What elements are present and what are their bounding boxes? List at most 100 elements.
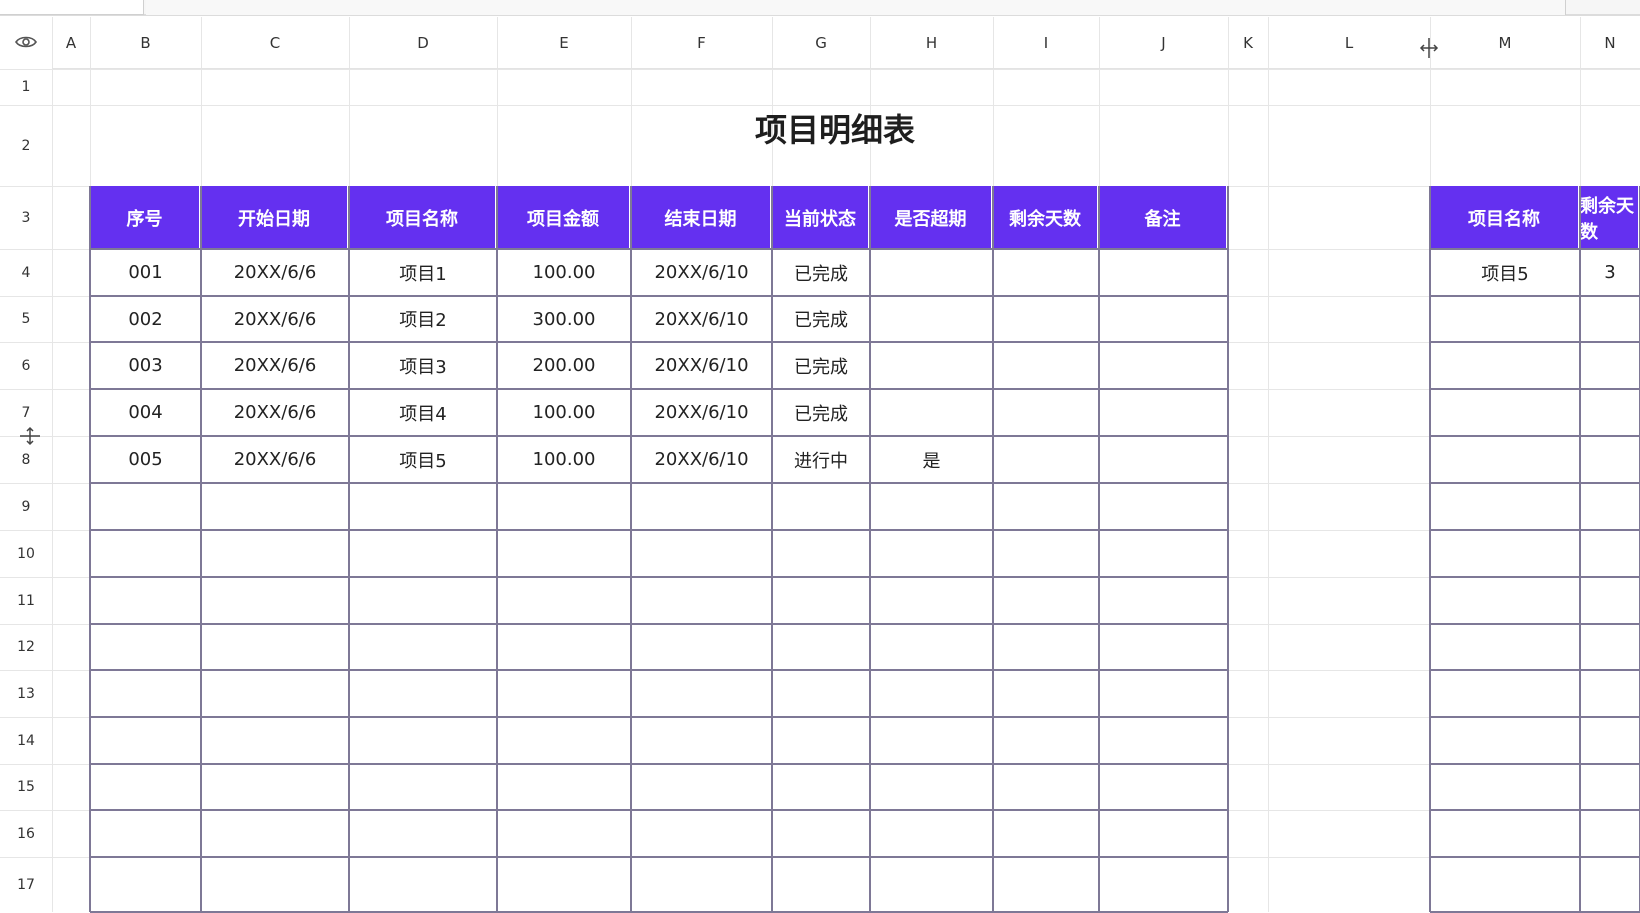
table-cell[interactable] [497, 764, 631, 810]
table-cell[interactable] [1099, 764, 1228, 810]
table-cell[interactable] [993, 530, 1099, 577]
table-cell[interactable] [1099, 530, 1228, 577]
table-cell[interactable] [772, 810, 870, 857]
row-header-12[interactable]: 12 [0, 624, 52, 670]
table-cell[interactable]: 20XX/6/10 [631, 296, 772, 342]
table-cell[interactable] [1099, 624, 1228, 670]
table-cell[interactable] [497, 810, 631, 857]
table-cell[interactable] [1099, 577, 1228, 624]
column-header-j[interactable]: J [1099, 17, 1228, 69]
table-cell[interactable]: 002 [90, 296, 201, 342]
table-cell[interactable] [772, 530, 870, 577]
table-cell[interactable]: 项目1 [349, 249, 497, 296]
side-table-header-cell[interactable]: 剩余天数 [1580, 186, 1640, 249]
name-box[interactable] [0, 0, 144, 15]
table-header-cell[interactable]: 当前状态 [772, 186, 870, 249]
table-header-cell[interactable]: 序号 [90, 186, 201, 249]
table-header-cell[interactable]: 是否超期 [870, 186, 993, 249]
table-cell[interactable] [90, 577, 201, 624]
table-cell[interactable] [1099, 249, 1228, 296]
table-cell[interactable] [349, 810, 497, 857]
side-table-cell[interactable] [1580, 577, 1640, 624]
table-cell[interactable] [1099, 670, 1228, 717]
row-header-5[interactable]: 5 [0, 296, 52, 342]
table-cell[interactable]: 项目3 [349, 342, 497, 389]
table-cell[interactable] [497, 483, 631, 530]
row-header-17[interactable]: 17 [0, 857, 52, 912]
table-cell[interactable] [497, 577, 631, 624]
side-table-cell[interactable] [1580, 624, 1640, 670]
table-cell[interactable] [1099, 483, 1228, 530]
table-cell[interactable] [870, 717, 993, 764]
table-cell[interactable]: 是 [870, 436, 993, 483]
table-cell[interactable] [772, 857, 870, 912]
column-header-d[interactable]: D [349, 17, 497, 69]
table-cell[interactable] [90, 764, 201, 810]
table-cell[interactable] [201, 624, 349, 670]
table-cell[interactable] [870, 342, 993, 389]
table-cell[interactable] [631, 577, 772, 624]
table-cell[interactable] [349, 764, 497, 810]
eye-icon[interactable] [14, 17, 38, 67]
table-cell[interactable] [772, 577, 870, 624]
column-header-g[interactable]: G [772, 17, 870, 69]
table-cell[interactable]: 已完成 [772, 296, 870, 342]
table-cell[interactable] [201, 483, 349, 530]
table-cell[interactable] [870, 624, 993, 670]
column-header-f[interactable]: F [631, 17, 772, 69]
table-cell[interactable] [631, 483, 772, 530]
table-cell[interactable]: 20XX/6/6 [201, 249, 349, 296]
table-header-cell[interactable]: 项目名称 [349, 186, 497, 249]
side-table-cell[interactable] [1430, 530, 1580, 577]
table-cell[interactable]: 20XX/6/6 [201, 389, 349, 436]
table-cell[interactable]: 项目2 [349, 296, 497, 342]
side-table-cell[interactable] [1430, 670, 1580, 717]
table-cell[interactable] [1099, 810, 1228, 857]
table-cell[interactable] [993, 670, 1099, 717]
table-cell[interactable] [993, 577, 1099, 624]
side-table-cell[interactable] [1430, 764, 1580, 810]
table-cell[interactable] [349, 717, 497, 764]
side-table-cell[interactable] [1580, 810, 1640, 857]
table-cell[interactable] [993, 857, 1099, 912]
table-cell[interactable] [90, 717, 201, 764]
side-table-cell[interactable] [1430, 810, 1580, 857]
side-table-cell[interactable] [1580, 670, 1640, 717]
side-table-cell[interactable] [1580, 717, 1640, 764]
table-cell[interactable]: 已完成 [772, 389, 870, 436]
column-header-a[interactable]: A [52, 17, 90, 69]
table-cell[interactable] [870, 810, 993, 857]
table-cell[interactable] [993, 436, 1099, 483]
table-cell[interactable] [497, 670, 631, 717]
table-cell[interactable]: 20XX/6/10 [631, 342, 772, 389]
formula-bar[interactable] [146, 0, 1566, 15]
side-table-cell[interactable]: 3 [1580, 249, 1640, 296]
row-header-15[interactable]: 15 [0, 764, 52, 810]
table-cell[interactable] [201, 857, 349, 912]
table-cell[interactable]: 100.00 [497, 249, 631, 296]
table-cell[interactable] [870, 249, 993, 296]
table-cell[interactable]: 100.00 [497, 436, 631, 483]
side-table-cell[interactable] [1430, 296, 1580, 342]
table-header-cell[interactable]: 结束日期 [631, 186, 772, 249]
table-cell[interactable] [772, 624, 870, 670]
table-cell[interactable]: 001 [90, 249, 201, 296]
row-header-13[interactable]: 13 [0, 670, 52, 717]
column-header-e[interactable]: E [497, 17, 631, 69]
table-cell[interactable] [631, 810, 772, 857]
side-table-cell[interactable] [1430, 624, 1580, 670]
table-cell[interactable]: 005 [90, 436, 201, 483]
side-table-cell[interactable] [1580, 483, 1640, 530]
table-cell[interactable] [1099, 342, 1228, 389]
table-cell[interactable] [201, 670, 349, 717]
table-cell[interactable] [993, 389, 1099, 436]
column-header-m[interactable]: M [1430, 17, 1580, 69]
table-cell[interactable]: 200.00 [497, 342, 631, 389]
table-cell[interactable] [201, 530, 349, 577]
side-table-cell[interactable] [1580, 530, 1640, 577]
side-table-cell[interactable] [1430, 857, 1580, 912]
side-table-cell[interactable] [1580, 342, 1640, 389]
table-header-cell[interactable]: 剩余天数 [993, 186, 1099, 249]
table-cell[interactable] [993, 249, 1099, 296]
table-cell[interactable] [1099, 389, 1228, 436]
